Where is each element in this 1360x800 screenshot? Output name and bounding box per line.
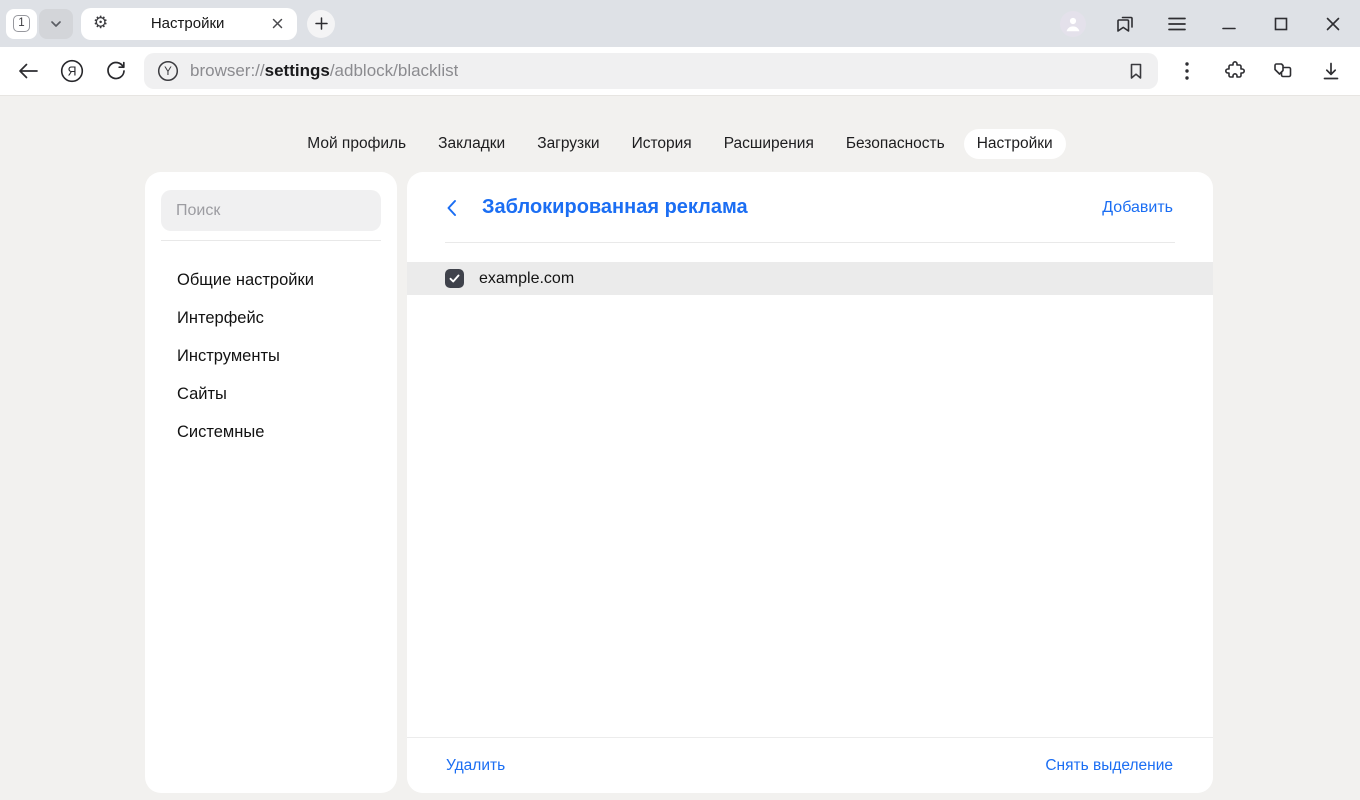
url-highlight: settings (265, 61, 330, 80)
bookmarks-panel-icon (1114, 13, 1136, 35)
add-bookmark-button[interactable] (1126, 61, 1146, 81)
nav-tab-profile[interactable]: Мой профиль (294, 129, 419, 159)
url-path: /adblock/blacklist (330, 61, 459, 80)
nav-tab-history[interactable]: История (619, 129, 705, 159)
window-minimize-button[interactable] (1216, 11, 1242, 37)
sidebar-item-general[interactable]: Общие настройки (145, 262, 397, 300)
toolbar-more-button[interactable] (1174, 58, 1200, 84)
settings-page: Мой профиль Закладки Загрузки История Ра… (0, 96, 1360, 800)
blocked-ads-panel: Заблокированная реклама Добавить example… (407, 172, 1213, 793)
close-icon (272, 18, 283, 29)
blacklist-row-selected[interactable]: example.com (407, 262, 1213, 295)
yandex-logo-icon: Я (59, 58, 85, 84)
browser-window: 1 ⚙ Настройки (0, 0, 1360, 800)
sidebar-section-list: Общие настройки Интерфейс Инструменты Са… (145, 262, 397, 452)
settings-nav-tabs: Мой профиль Закладки Загрузки История Ра… (0, 129, 1360, 159)
chevron-down-icon (49, 17, 63, 31)
panel-header: Заблокированная реклама Добавить (407, 172, 1213, 243)
browser-menu-button[interactable] (1164, 11, 1190, 37)
settings-search-input[interactable] (161, 190, 381, 231)
bookmarks-panel-button[interactable] (1112, 11, 1138, 37)
tab-close-button[interactable] (267, 14, 287, 34)
gear-favicon-icon: ⚙ (93, 15, 108, 32)
sidebar-item-sites[interactable]: Сайты (145, 376, 397, 414)
reload-icon (105, 60, 127, 82)
tab-bar: 1 ⚙ Настройки (0, 0, 1360, 47)
reload-button[interactable] (94, 53, 138, 89)
url-scheme: browser:// (190, 61, 265, 80)
sidebar-item-system[interactable]: Системные (145, 414, 397, 452)
deselect-button[interactable]: Снять выделение (1045, 757, 1173, 775)
add-site-button[interactable]: Добавить (1102, 199, 1173, 217)
selection-action-bar: Удалить Снять выделение (407, 737, 1213, 793)
browser-home-button[interactable]: Я (50, 53, 94, 89)
hamburger-menu-icon (1168, 17, 1186, 31)
url-text: browser://settings/adblock/blacklist (190, 61, 458, 81)
tab-list-dropdown-button[interactable] (39, 9, 73, 39)
blocked-domain: example.com (479, 270, 574, 288)
page-title: Заблокированная реклама (482, 196, 748, 219)
sidebar-divider (161, 240, 381, 241)
minimize-icon (1222, 17, 1236, 31)
check-icon (448, 272, 461, 285)
nav-tab-downloads[interactable]: Загрузки (524, 129, 612, 159)
settings-sidebar: Общие настройки Интерфейс Инструменты Са… (145, 172, 397, 793)
address-toolbar: Я Y browser://settings/adblock/blacklist (0, 47, 1360, 96)
panel-back-button[interactable] (446, 199, 457, 217)
address-bar[interactable]: Y browser://settings/adblock/blacklist (144, 53, 1158, 89)
extensions-button[interactable] (1222, 58, 1248, 84)
nav-tab-settings[interactable]: Настройки (964, 129, 1066, 159)
nav-tab-bookmarks[interactable]: Закладки (425, 129, 518, 159)
download-icon (1321, 61, 1341, 81)
window-maximize-button[interactable] (1268, 11, 1294, 37)
browser-tab-settings[interactable]: ⚙ Настройки (81, 8, 297, 40)
nav-tab-security[interactable]: Безопасность (833, 129, 958, 159)
delete-button[interactable]: Удалить (446, 757, 505, 775)
site-badge-icon: Y (156, 59, 180, 83)
tab-counter-button[interactable]: 1 (6, 9, 37, 39)
window-close-button[interactable] (1320, 11, 1346, 37)
arrow-left-icon (17, 62, 39, 80)
downloads-button[interactable] (1318, 58, 1344, 84)
nav-tab-extensions[interactable]: Расширения (711, 129, 827, 159)
person-icon (1062, 13, 1084, 35)
sidebar-item-tools[interactable]: Инструменты (145, 338, 397, 376)
puzzle-icon (1223, 59, 1247, 83)
chevron-left-icon (446, 199, 457, 217)
collections-tag-icon (1271, 59, 1295, 83)
sidebar-item-interface[interactable]: Интерфейс (145, 300, 397, 338)
svg-text:Y: Y (164, 66, 172, 78)
tab-title: Настройки (108, 15, 267, 32)
row-checkbox-checked[interactable] (445, 269, 464, 288)
svg-text:Я: Я (67, 65, 76, 79)
new-tab-button[interactable] (307, 10, 335, 38)
plus-icon (315, 17, 328, 30)
collections-button[interactable] (1270, 58, 1296, 84)
kebab-menu-icon (1185, 62, 1189, 80)
tab-count: 1 (13, 15, 30, 32)
tab-counter-group: 1 (6, 9, 73, 39)
maximize-icon (1274, 17, 1288, 31)
profile-avatar[interactable] (1060, 11, 1086, 37)
close-icon (1326, 17, 1340, 31)
bookmark-flag-icon (1126, 61, 1146, 81)
back-button[interactable] (6, 53, 50, 89)
